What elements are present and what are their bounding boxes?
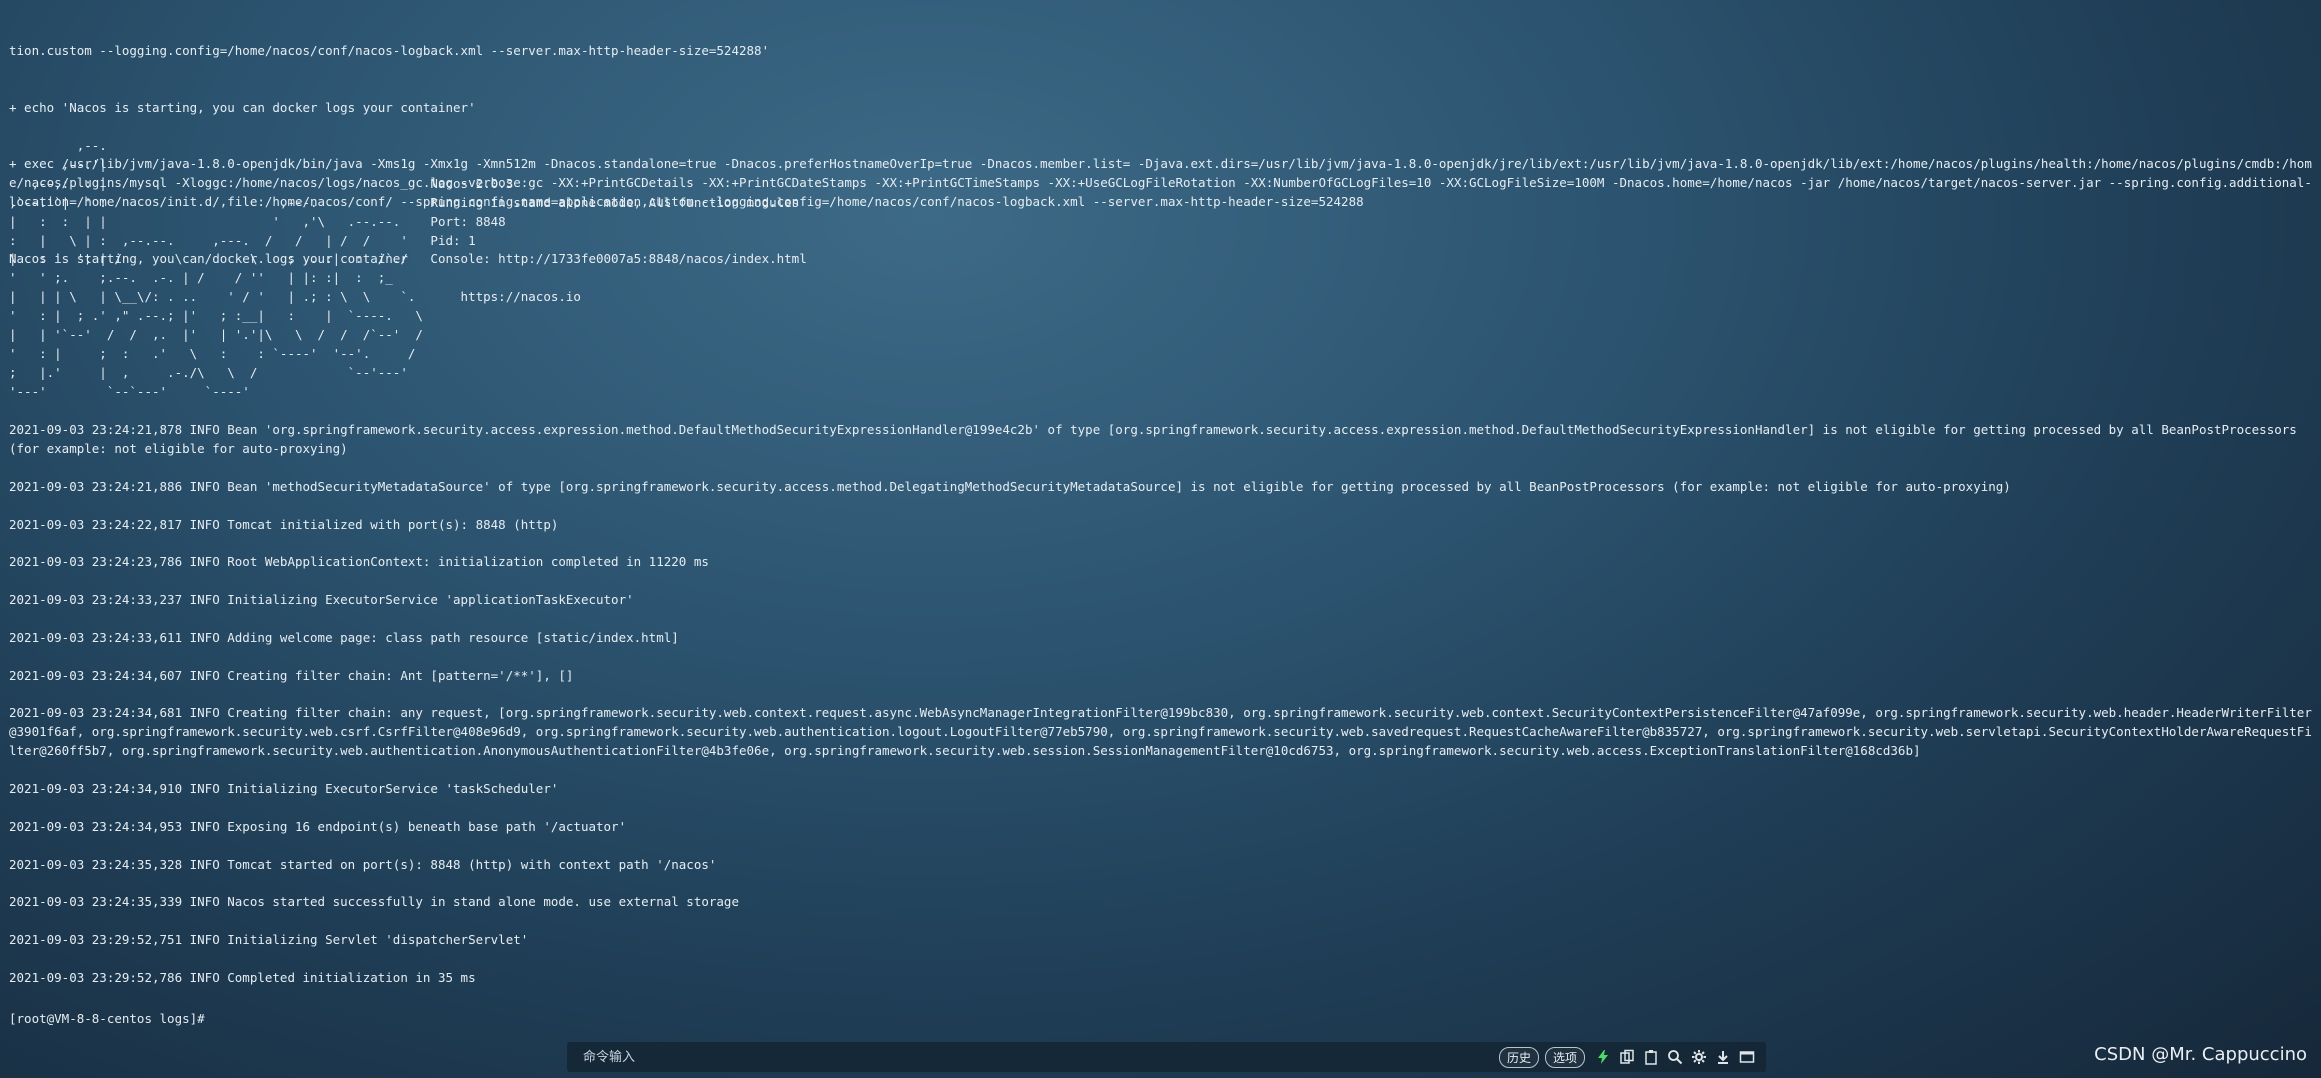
log-entry: 2021-09-03 23:24:33,237 INFO Initializin… bbox=[9, 592, 634, 608]
log-entry: 2021-09-03 23:24:34,910 INFO Initializin… bbox=[9, 781, 559, 797]
log-entry: 2021-09-03 23:24:35,339 INFO Nacos start… bbox=[9, 894, 739, 910]
log-entry: 2021-09-03 23:24:21,878 INFO Bean 'org.s… bbox=[9, 422, 2305, 456]
history-button[interactable]: 历史 bbox=[1498, 1046, 1539, 1068]
search-icon[interactable] bbox=[1666, 1048, 1684, 1066]
terminal-line: tion.custom --logging.config=/home/nacos… bbox=[9, 42, 770, 58]
gear-icon[interactable] bbox=[1690, 1048, 1708, 1066]
log-entry: 2021-09-03 23:24:21,886 INFO Bean 'metho… bbox=[9, 478, 2011, 494]
shell-prompt[interactable]: [root@VM-8-8-centos logs]# bbox=[9, 1011, 205, 1026]
log-entry: 2021-09-03 23:24:23,786 INFO Root WebApp… bbox=[9, 554, 709, 570]
log-entry: 2021-09-03 23:24:34,681 INFO Creating fi… bbox=[9, 705, 2312, 759]
log-entry: 2021-09-03 23:24:33,611 INFO Adding welc… bbox=[9, 629, 679, 645]
copy-icon[interactable] bbox=[1618, 1048, 1636, 1066]
log-list: 2021-09-03 23:24:21,878 INFO Bean 'org.s… bbox=[9, 421, 2312, 1007]
lightning-icon[interactable] bbox=[1594, 1048, 1612, 1066]
terminal-line: + echo 'Nacos is starting, you can docke… bbox=[9, 99, 476, 115]
log-entry: 2021-09-03 23:24:35,328 INFO Tomcat star… bbox=[9, 856, 717, 872]
command-bar: 历史 选项 bbox=[567, 1042, 1766, 1072]
nacos-ascii-banner: ,--. ,--.'| ,--,: : | Nacos 2.0.3 ,`--.'… bbox=[9, 138, 807, 399]
options-button[interactable]: 选项 bbox=[1544, 1046, 1585, 1068]
log-entry: 2021-09-03 23:24:34,607 INFO Creating fi… bbox=[9, 667, 574, 683]
log-entry: 2021-09-03 23:29:52,786 INFO Completed i… bbox=[9, 970, 476, 986]
log-entry: 2021-09-03 23:29:52,751 INFO Initializin… bbox=[9, 932, 529, 948]
window-icon[interactable] bbox=[1738, 1048, 1756, 1066]
log-entry: 2021-09-03 23:24:34,953 INFO Exposing 16… bbox=[9, 818, 627, 834]
csdn-watermark: CSDN @Mr. Cappuccino bbox=[2094, 1044, 2307, 1065]
download-icon[interactable] bbox=[1714, 1048, 1732, 1066]
paste-icon[interactable] bbox=[1642, 1048, 1660, 1066]
command-input[interactable] bbox=[567, 1048, 1499, 1066]
log-entry: 2021-09-03 23:24:22,817 INFO Tomcat init… bbox=[9, 516, 559, 532]
